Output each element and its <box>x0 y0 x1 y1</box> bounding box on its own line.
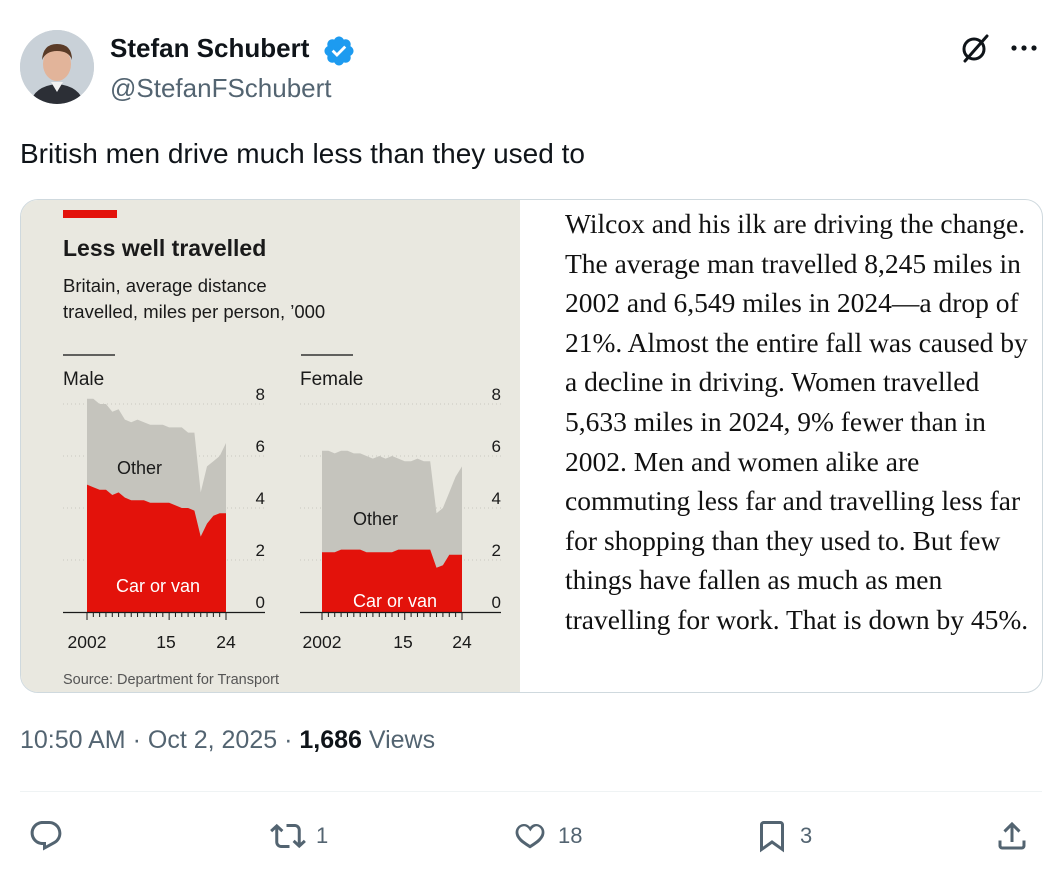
avatar[interactable] <box>20 30 94 104</box>
y-tick-label: 8 <box>256 385 265 404</box>
share-button[interactable] <box>994 816 1030 856</box>
panel-label: Male <box>63 369 104 390</box>
tweet-meta: 10:50 AM · Oct 2, 2025 · 1,686 Views <box>20 726 435 755</box>
x-tick-label: 2002 <box>68 632 107 652</box>
x-tick-label: 24 <box>216 632 236 652</box>
like-button[interactable]: 18 <box>512 816 582 856</box>
reply-button[interactable] <box>28 816 74 856</box>
article-paragraph: Wilcox and his ilk are driving the chang… <box>565 208 1029 635</box>
meta-separator: · <box>284 726 300 754</box>
y-tick-label: 6 <box>256 437 265 456</box>
chart-source: Source: Department for Transport <box>63 672 279 688</box>
y-tick-label: 2 <box>256 541 265 560</box>
y-tick-label: 0 <box>492 593 501 612</box>
chart-title: Less well travelled <box>63 235 266 261</box>
tweet-time[interactable]: 10:50 AM <box>20 726 126 754</box>
chart-subtitle: travelled, miles per person, ’000 <box>63 301 325 322</box>
verified-badge-icon <box>324 36 354 66</box>
area-chart: Less well travelled Britain, average dist… <box>63 210 501 688</box>
chart-image: Less well travelled Britain, average dist… <box>21 200 520 692</box>
reply-icon <box>30 821 62 851</box>
y-tick-label: 6 <box>492 437 501 456</box>
retweet-icon <box>270 823 306 849</box>
bookmark-icon <box>760 821 784 853</box>
x-tick-label: 24 <box>452 632 472 652</box>
y-tick-label: 4 <box>492 489 501 508</box>
retweet-button[interactable]: 1 <box>270 816 328 856</box>
meta-separator: · <box>132 726 148 754</box>
chart-accent-bar <box>63 210 117 218</box>
author-handle[interactable]: @StefanFSchubert <box>110 73 332 104</box>
x-tick-label: 2002 <box>303 632 342 652</box>
chart-subtitle: Britain, average distance <box>63 275 267 296</box>
tweet-media[interactable]: Less well travelled Britain, average dist… <box>20 199 1043 693</box>
views-label: Views <box>368 726 436 754</box>
article-excerpt: Wilcox and his ilk are driving the chang… <box>565 204 1035 640</box>
panel-label: Female <box>300 369 363 390</box>
tweet-date[interactable]: Oct 2, 2025 <box>148 726 277 754</box>
series-label-car-or-van: Car or van <box>353 591 437 611</box>
series-label-other: Other <box>117 458 162 478</box>
like-count: 18 <box>558 823 583 848</box>
y-tick-label: 4 <box>256 489 265 508</box>
author-name[interactable]: Stefan Schubert <box>110 33 309 64</box>
more-options-icon[interactable] <box>1006 30 1042 66</box>
retweet-count: 1 <box>316 823 329 848</box>
bookmark-count: 3 <box>800 823 813 848</box>
x-tick-label: 15 <box>393 632 412 652</box>
x-tick-label: 15 <box>156 632 175 652</box>
y-tick-label: 8 <box>492 385 501 404</box>
tweet-text: British men drive much less than they us… <box>20 138 585 169</box>
divider <box>20 791 1042 792</box>
like-icon <box>515 824 545 849</box>
y-tick-label: 0 <box>256 593 265 612</box>
views-count: 1,686 <box>299 726 362 754</box>
y-tick-label: 2 <box>492 541 501 560</box>
series-label-other: Other <box>353 509 398 529</box>
series-label-car-or-van: Car or van <box>116 576 200 596</box>
share-icon <box>998 821 1026 850</box>
grok-icon[interactable] <box>958 30 994 66</box>
bookmark-button[interactable]: 3 <box>754 816 812 856</box>
